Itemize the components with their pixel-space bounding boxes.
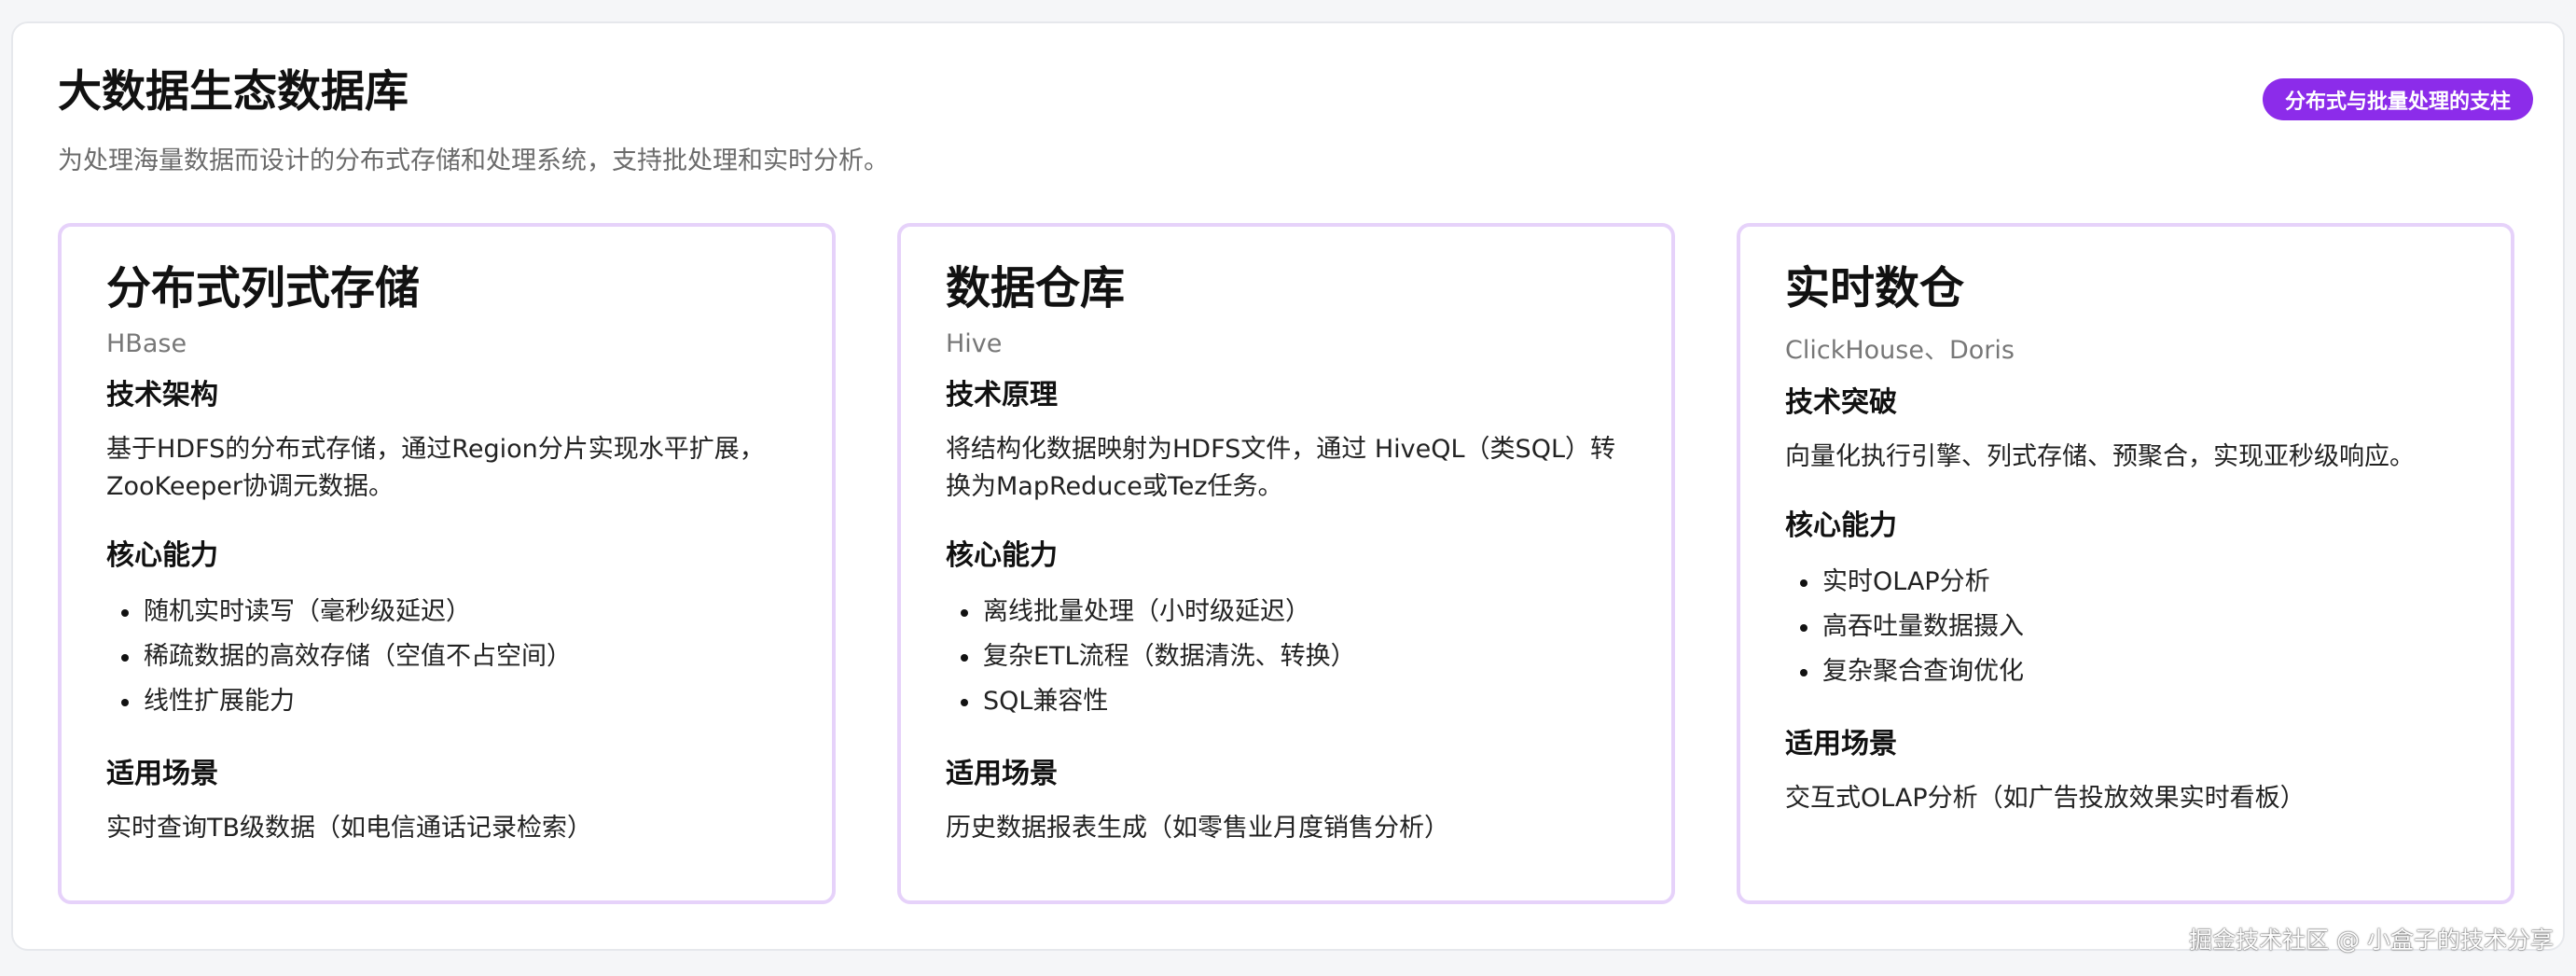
list-item: 复杂ETL流程（数据清洗、转换）	[946, 634, 1627, 679]
card-subtitle: HBase	[106, 328, 187, 358]
list-item: 随机实时读写（毫秒级延迟）	[106, 590, 787, 634]
card-realtime-dw: 实时数仓 ClickHouse、Doris 技术突破 向量化执行引擎、列式存储、…	[1737, 223, 2514, 904]
section-heading: 适用场景	[1785, 727, 1897, 760]
section-text: 历史数据报表生成（如零售业月度销售分析）	[946, 813, 1449, 843]
section-heading: 适用场景	[106, 757, 218, 790]
page-title: 大数据生态数据库	[58, 66, 409, 118]
section-text: 基于HDFS的分布式存储，通过Region分片实现水平扩展，ZooKeeper协…	[106, 434, 765, 501]
capability-list: 离线批量处理（小时级延迟） 复杂ETL流程（数据清洗、转换） SQL兼容性	[946, 590, 1627, 724]
main-panel: 大数据生态数据库 为处理海量数据而设计的分布式存储和处理系统，支持批处理和实时分…	[11, 21, 2565, 951]
capability-list: 随机实时读写（毫秒级延迟） 稀疏数据的高效存储（空值不占空间） 线性扩展能力	[106, 590, 787, 724]
list-item: 高吞吐量数据摄入	[1785, 605, 2466, 649]
section-use-cases: 适用场景 实时查询TB级数据（如电信通话记录检索）	[106, 758, 787, 847]
section-capabilities: 核心能力 随机实时读写（毫秒级延迟） 稀疏数据的高效存储（空值不占空间） 线性扩…	[106, 539, 787, 724]
card-title: 数据仓库	[946, 262, 1126, 314]
section-heading: 核心能力	[106, 538, 218, 572]
section-capabilities: 核心能力 实时OLAP分析 高吞吐量数据摄入 复杂聚合查询优化	[1785, 509, 2466, 694]
section-text: 实时查询TB级数据（如电信通话记录检索）	[106, 813, 593, 843]
section-heading: 核心能力	[1785, 509, 1897, 542]
section-principle: 技术原理 将结构化数据映射为HDFS文件，通过 HiveQL（类SQL）转换为M…	[946, 379, 1627, 506]
section-text: 交互式OLAP分析（如广告投放效果实时看板）	[1785, 783, 2306, 813]
list-item: 离线批量处理（小时级延迟）	[946, 590, 1627, 634]
card-title: 分布式列式存储	[106, 262, 421, 314]
card-hive: 数据仓库 Hive 技术原理 将结构化数据映射为HDFS文件，通过 HiveQL…	[897, 223, 1675, 904]
watermark: 掘金技术社区 @ 小盒子的技术分享	[2189, 927, 2554, 954]
section-architecture: 技术架构 基于HDFS的分布式存储，通过Region分片实现水平扩展，ZooKe…	[106, 379, 787, 506]
card-subtitle: ClickHouse、Doris	[1785, 335, 2015, 365]
list-item: 线性扩展能力	[106, 679, 787, 724]
card-title: 实时数仓	[1785, 262, 1965, 314]
section-use-cases: 适用场景 历史数据报表生成（如零售业月度销售分析）	[946, 758, 1627, 847]
list-item: SQL兼容性	[946, 679, 1627, 724]
list-item: 稀疏数据的高效存储（空值不占空间）	[106, 634, 787, 679]
category-badge: 分布式与批量处理的支柱	[2262, 78, 2533, 120]
section-heading: 技术架构	[106, 378, 218, 411]
page-subtitle: 为处理海量数据而设计的分布式存储和处理系统，支持批处理和实时分析。	[58, 146, 889, 175]
section-capabilities: 核心能力 离线批量处理（小时级延迟） 复杂ETL流程（数据清洗、转换） SQL兼…	[946, 539, 1627, 724]
list-item: 复杂聚合查询优化	[1785, 649, 2466, 694]
section-use-cases: 适用场景 交互式OLAP分析（如广告投放效果实时看板）	[1785, 728, 2466, 817]
section-heading: 技术突破	[1785, 385, 1897, 419]
card-hbase: 分布式列式存储 HBase 技术架构 基于HDFS的分布式存储，通过Region…	[58, 223, 836, 904]
capability-list: 实时OLAP分析 高吞吐量数据摄入 复杂聚合查询优化	[1785, 560, 2466, 694]
section-text: 将结构化数据映射为HDFS文件，通过 HiveQL（类SQL）转换为MapRed…	[946, 434, 1615, 501]
card-subtitle: Hive	[946, 328, 1003, 358]
section-text: 向量化执行引擎、列式存储、预聚合，实现亚秒级响应。	[1785, 441, 2415, 471]
section-breakthrough: 技术突破 向量化执行引擎、列式存储、预聚合，实现亚秒级响应。	[1785, 386, 2466, 476]
list-item: 实时OLAP分析	[1785, 560, 2466, 605]
section-heading: 技术原理	[946, 378, 1058, 411]
section-heading: 适用场景	[946, 757, 1058, 790]
section-heading: 核心能力	[946, 538, 1058, 572]
